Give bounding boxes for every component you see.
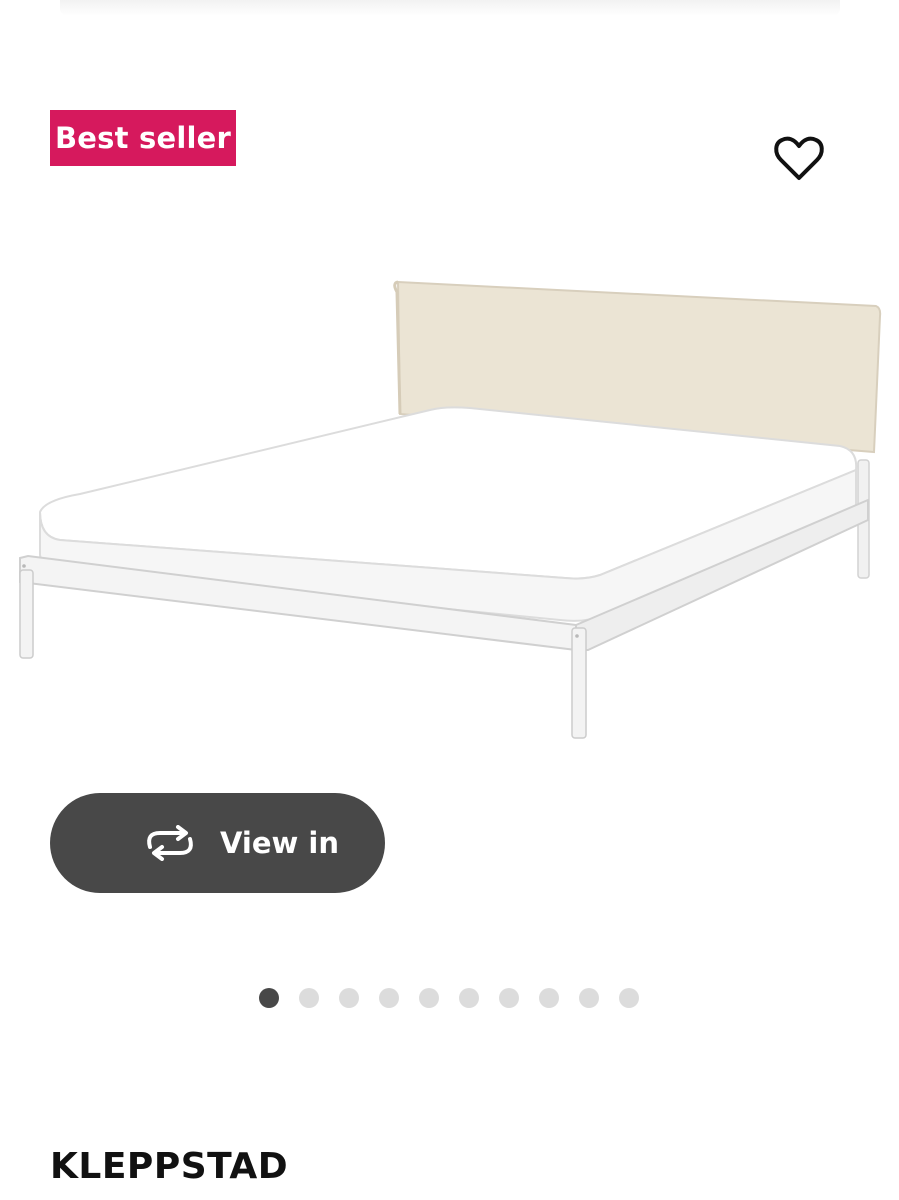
rotate-arrows-icon: [144, 825, 196, 861]
carousel-dot-6[interactable]: [459, 988, 479, 1008]
carousel-dot-3[interactable]: [339, 988, 359, 1008]
carousel-dot-2[interactable]: [299, 988, 319, 1008]
top-edge-shadow: [60, 0, 840, 16]
carousel-dot-8[interactable]: [539, 988, 559, 1008]
carousel-pagination: [259, 988, 659, 1008]
carousel-dot-9[interactable]: [579, 988, 599, 1008]
bed-frame-image: [19, 280, 882, 739]
carousel-dot-5[interactable]: [419, 988, 439, 1008]
carousel-dot-10[interactable]: [619, 988, 639, 1008]
carousel-dot-7[interactable]: [499, 988, 519, 1008]
best-seller-badge: Best seller: [50, 110, 236, 166]
product-image[interactable]: [0, 260, 899, 760]
carousel-dot-4[interactable]: [379, 988, 399, 1008]
view-in-3d-label: View in 3D: [220, 826, 340, 960]
view-in-3d-button[interactable]: View in 3D: [50, 793, 385, 960]
favorite-heart-icon[interactable]: [772, 134, 826, 184]
carousel-dot-1[interactable]: [259, 988, 279, 1008]
product-name: KLEPPSTAD: [50, 1146, 289, 1187]
